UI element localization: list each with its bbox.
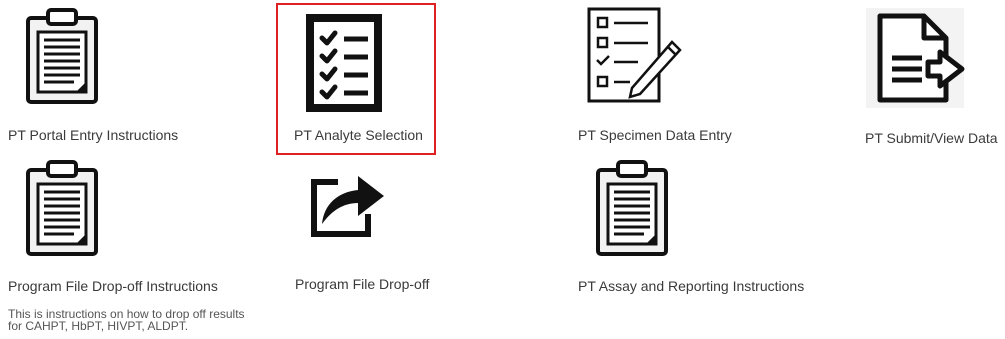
clipboard-icon — [596, 160, 668, 256]
document-arrow-icon — [877, 13, 965, 103]
share-arrow-icon — [311, 176, 384, 237]
tile-label: PT Submit/View Data — [865, 130, 998, 146]
checklist-icon — [306, 14, 382, 112]
tile-pt-assay-reporting-instructions[interactable]: PT Assay and Reporting Instructions — [570, 160, 850, 300]
tile-label: PT Portal Entry Instructions — [8, 127, 179, 143]
tile-program-file-dropoff[interactable]: Program File Drop-off — [290, 160, 470, 300]
tile-label: PT Specimen Data Entry — [578, 127, 732, 143]
tile-label: Program File Drop-off Instructions — [8, 278, 218, 294]
tile-pt-portal-entry-instructions[interactable]: PT Portal Entry Instructions — [0, 0, 200, 150]
clipboard-icon — [26, 8, 98, 104]
tile-pt-submit-view-data[interactable]: PT Submit/View Data — [860, 0, 1005, 150]
checklist-pen-icon — [587, 7, 682, 103]
tile-label: PT Analyte Selection — [294, 127, 423, 143]
tile-label: PT Assay and Reporting Instructions — [578, 278, 805, 294]
tile-description: for CAHPT, HbPT, HIVPT, ALDPT. — [8, 319, 189, 333]
tile-pt-analyte-selection[interactable]: PT Analyte Selection — [276, 3, 436, 155]
tile-label: Program File Drop-off — [295, 276, 430, 292]
tile-pt-specimen-data-entry[interactable]: PT Specimen Data Entry — [570, 0, 770, 150]
clipboard-icon — [26, 160, 98, 256]
tile-program-file-dropoff-instructions[interactable]: Program File Drop-off Instructions This … — [0, 160, 300, 335]
